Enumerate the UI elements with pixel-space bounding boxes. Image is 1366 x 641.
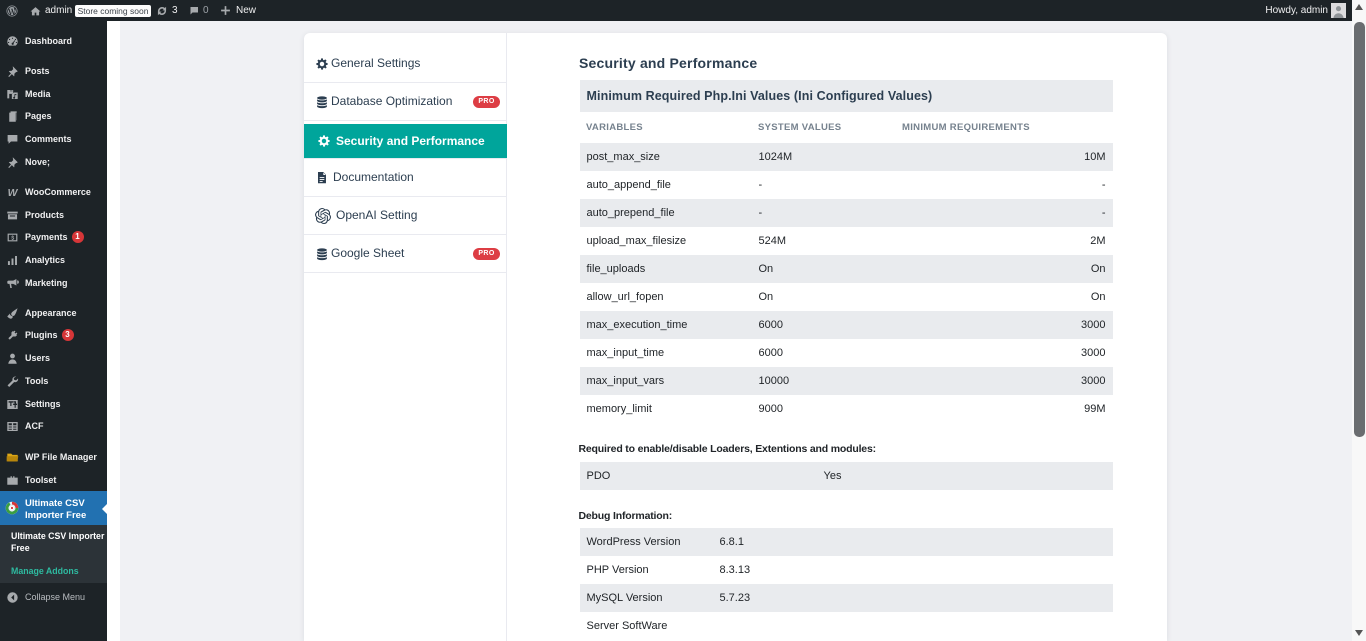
svg-text:W: W [8,187,19,198]
